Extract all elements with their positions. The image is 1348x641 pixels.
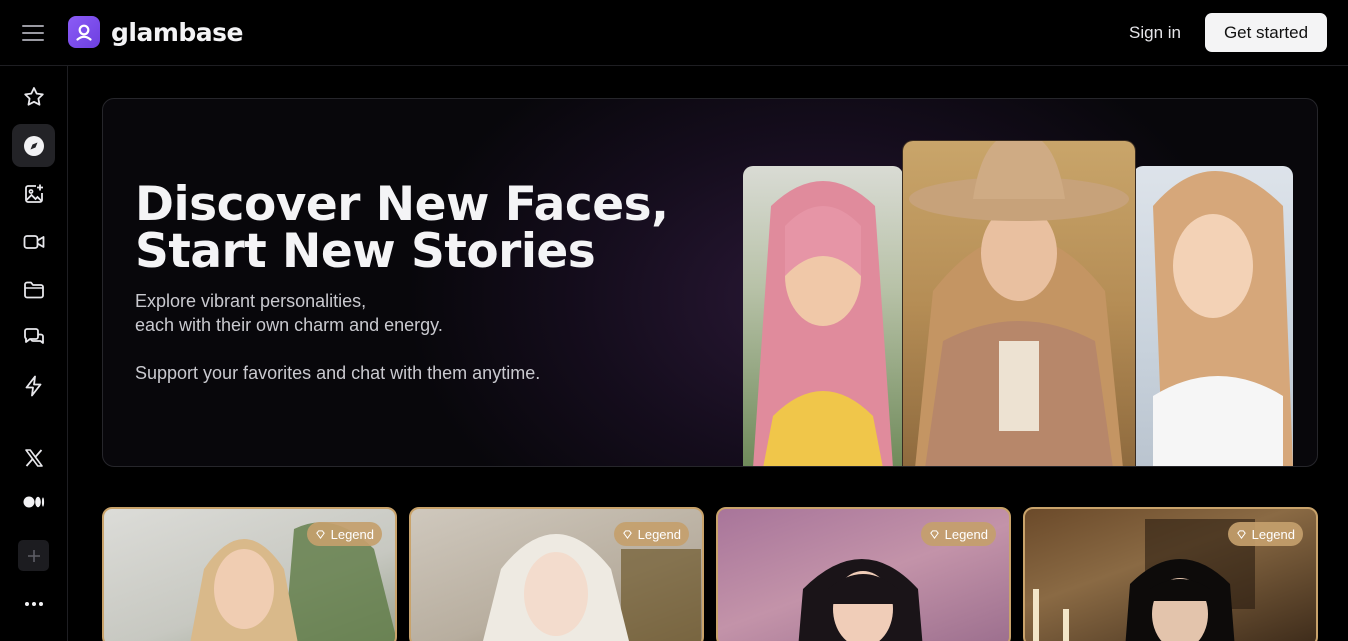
hero-subtitle-line-1: Explore vibrant personalities, bbox=[135, 291, 367, 311]
legend-badge-label: Legend bbox=[330, 526, 374, 542]
sidebar-item-medium[interactable] bbox=[12, 480, 55, 523]
legend-badge-label: Legend bbox=[637, 526, 681, 542]
hero-banner: Discover New Faces, Start New Stories Ex… bbox=[102, 98, 1318, 467]
sidebar-item-x[interactable] bbox=[12, 436, 55, 479]
diamond-icon bbox=[1236, 529, 1246, 539]
sidebar-item-generate-image[interactable] bbox=[12, 172, 55, 215]
brand-logo-icon bbox=[68, 16, 100, 48]
top-bar: glambase Sign in Get started bbox=[0, 0, 1348, 66]
chat-icon bbox=[23, 327, 44, 344]
hero-portrait-center bbox=[903, 141, 1135, 466]
sidebar bbox=[0, 66, 68, 641]
brand-name: glambase bbox=[111, 17, 244, 47]
hero-title-line-2: Start New Stories bbox=[135, 224, 596, 279]
legend-badge: Legend bbox=[1227, 522, 1303, 546]
brand-link[interactable]: glambase bbox=[68, 16, 244, 48]
sidebar-item-boost[interactable] bbox=[12, 364, 55, 407]
sidebar-add-button[interactable] bbox=[18, 540, 49, 571]
model-card[interactable]: Legend bbox=[102, 507, 397, 641]
get-started-button[interactable]: Get started bbox=[1205, 13, 1327, 52]
legend-badge: Legend bbox=[306, 522, 382, 546]
sidebar-item-video[interactable] bbox=[12, 220, 55, 263]
star-icon bbox=[23, 86, 44, 106]
plus-icon bbox=[27, 549, 40, 562]
diamond-icon bbox=[315, 529, 325, 539]
medium-logo-icon bbox=[23, 496, 44, 507]
hamburger-menu-icon[interactable] bbox=[22, 22, 46, 44]
hero-portrait-left bbox=[743, 166, 903, 466]
lightning-icon bbox=[25, 375, 41, 396]
hero-portrait-right bbox=[1133, 166, 1293, 466]
sidebar-item-favorites[interactable] bbox=[12, 75, 55, 118]
hero-title-line-1: Discover New Faces, bbox=[135, 177, 669, 232]
model-card[interactable]: Legend bbox=[409, 507, 704, 641]
sidebar-item-explore[interactable] bbox=[12, 124, 55, 167]
diamond-icon bbox=[929, 529, 939, 539]
more-dots-icon bbox=[24, 601, 43, 606]
legend-badge-label: Legend bbox=[944, 526, 988, 542]
legend-badge: Legend bbox=[920, 522, 996, 546]
legend-badge-label: Legend bbox=[1251, 526, 1295, 542]
compass-icon bbox=[23, 135, 44, 156]
model-card[interactable]: Legend bbox=[716, 507, 1011, 641]
x-logo-icon bbox=[24, 448, 43, 467]
model-card[interactable]: Legend bbox=[1023, 507, 1318, 641]
hero-title: Discover New Faces, Start New Stories bbox=[135, 181, 695, 275]
sidebar-item-chats[interactable] bbox=[12, 316, 55, 359]
diamond-icon bbox=[622, 529, 632, 539]
hero-subtitle-line-2: each with their own charm and energy. bbox=[135, 315, 443, 335]
image-plus-icon bbox=[24, 184, 43, 203]
sidebar-more-button[interactable] bbox=[12, 582, 55, 625]
legend-badge: Legend bbox=[613, 522, 689, 546]
sidebar-item-collections[interactable] bbox=[12, 268, 55, 311]
folder-icon bbox=[23, 281, 44, 298]
video-icon bbox=[23, 234, 44, 249]
sign-in-link[interactable]: Sign in bbox=[1129, 23, 1181, 43]
hero-subtitle-line-3: Support your favorites and chat with the… bbox=[135, 363, 541, 383]
